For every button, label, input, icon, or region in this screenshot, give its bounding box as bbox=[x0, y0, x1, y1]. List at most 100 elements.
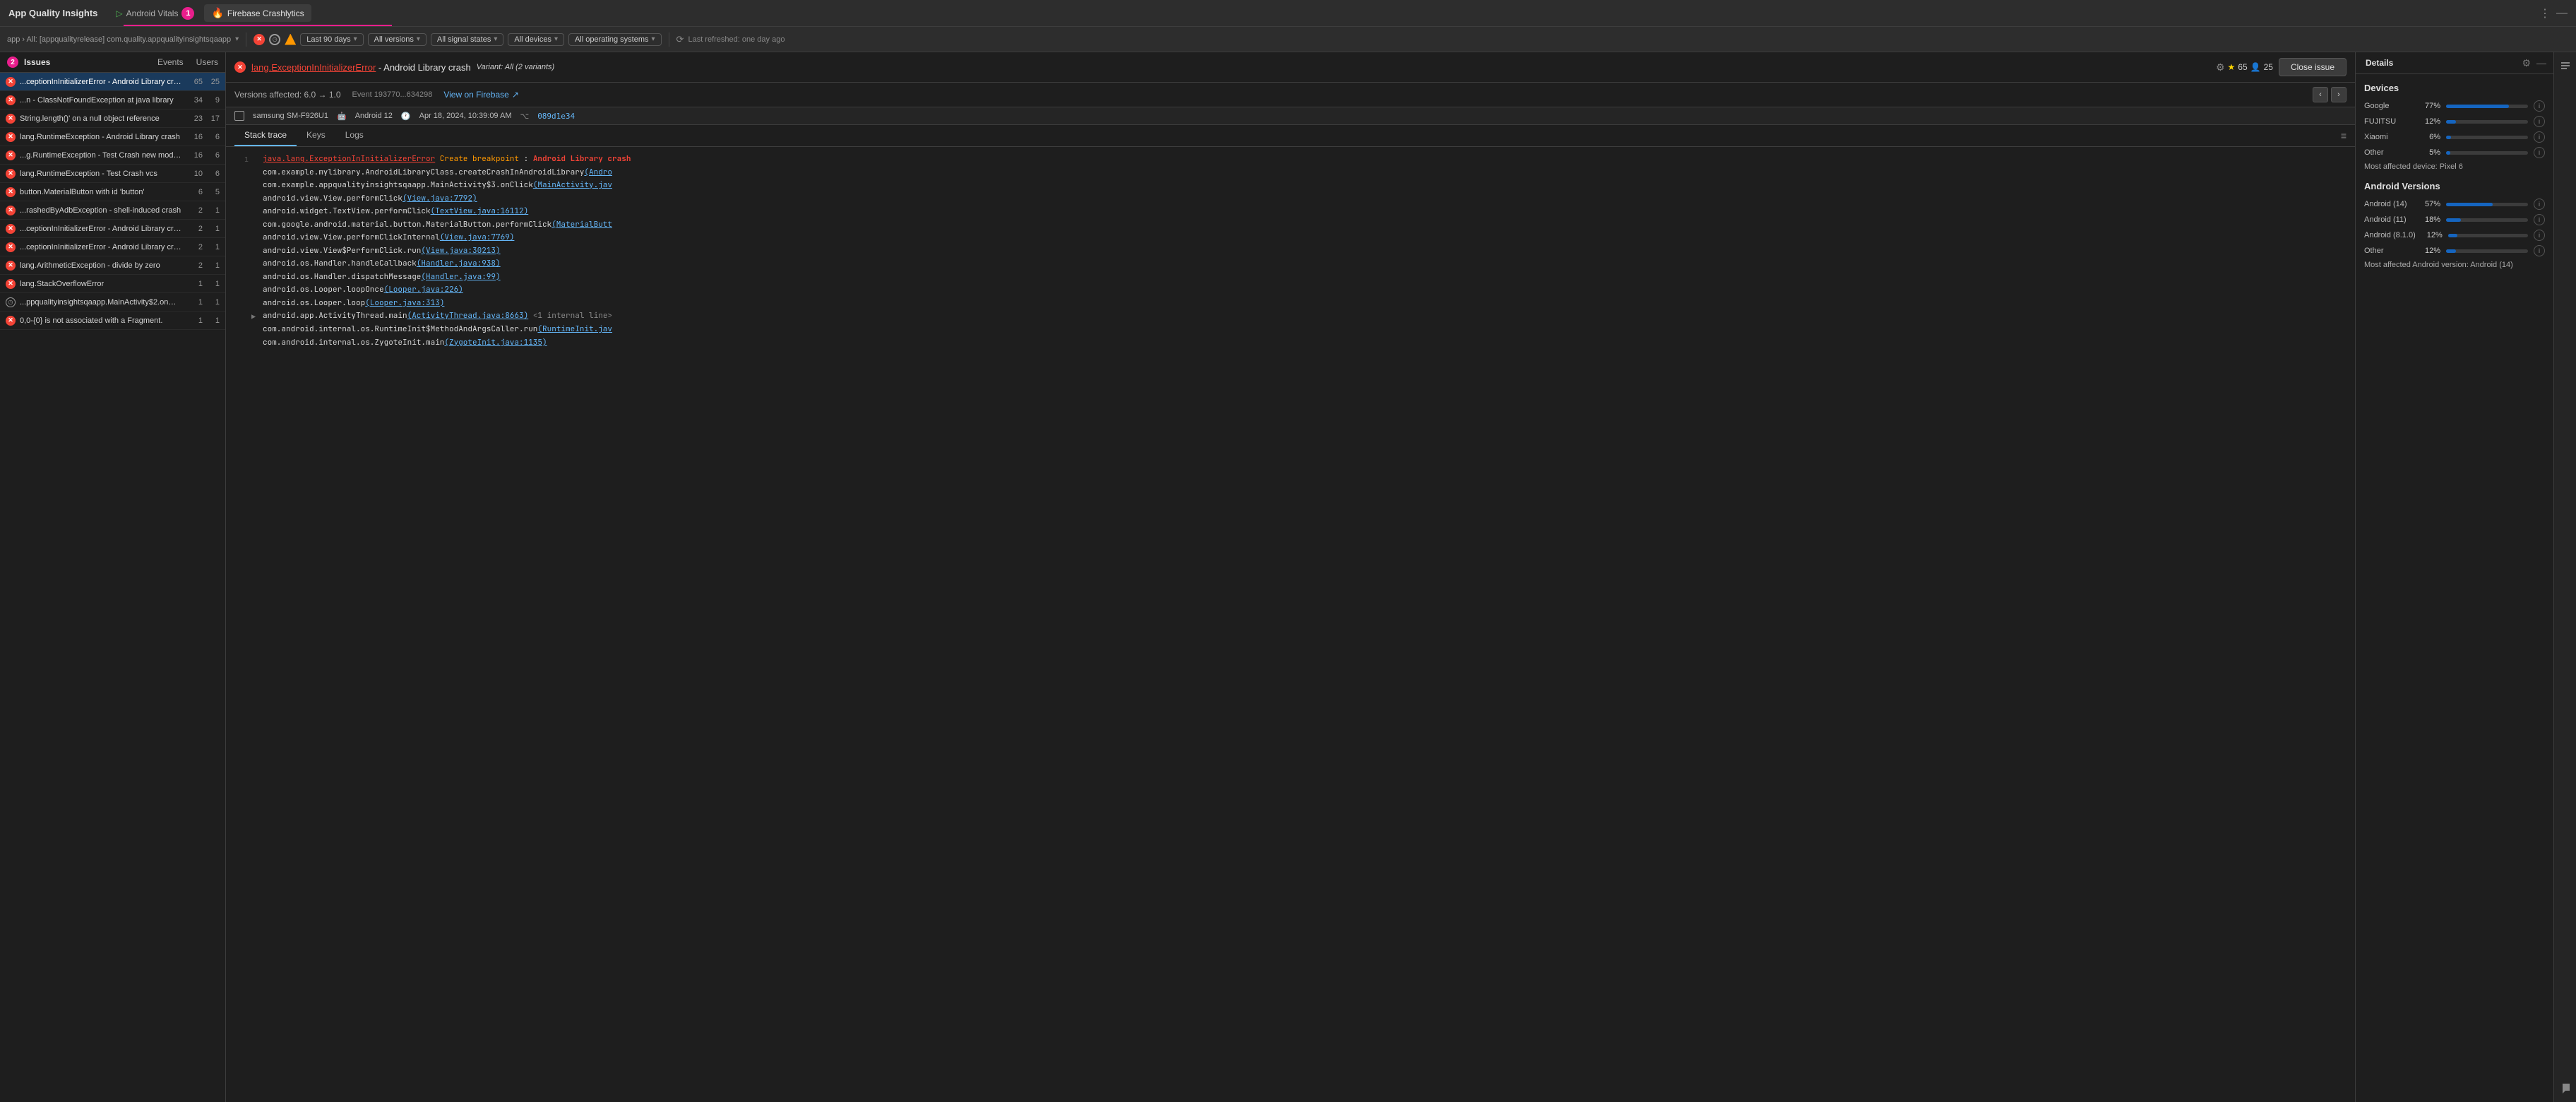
list-item[interactable]: ✕ button.MaterialButton with id 'button'… bbox=[0, 183, 225, 201]
commit-icon: ⌥ bbox=[520, 112, 530, 121]
list-item[interactable]: ✕ ...rashedByAdbException - shell-induce… bbox=[0, 201, 225, 220]
stat-pct: 12% bbox=[2421, 231, 2443, 239]
list-item[interactable]: ✕ ...ceptionInInitializerError - Android… bbox=[0, 73, 225, 91]
clock-filter-icon[interactable]: ◷ bbox=[269, 34, 280, 45]
events-column-header: Events bbox=[157, 57, 184, 67]
tab-logs[interactable]: Logs bbox=[335, 125, 374, 146]
prev-event-button[interactable]: ‹ bbox=[2313, 87, 2328, 102]
time-filter[interactable]: Last 90 days ▾ bbox=[300, 33, 363, 46]
tab-stack-trace[interactable]: Stack trace bbox=[234, 125, 297, 146]
detail-panel: ✕ lang.ExceptionInInitializerError - And… bbox=[226, 52, 2356, 1102]
event-count: 65 bbox=[186, 78, 203, 86]
stack-line: android.os.Handler.dispatchMessage(Handl… bbox=[226, 271, 2355, 284]
issue-text: ...ppqualityinsightsqaapp.MainActivity$2… bbox=[20, 298, 181, 307]
versions-filter[interactable]: All versions ▾ bbox=[368, 33, 427, 46]
list-item[interactable]: ✕ lang.RuntimeException - Android Librar… bbox=[0, 128, 225, 146]
list-item[interactable]: ◷ ...ppqualityinsightsqaapp.MainActivity… bbox=[0, 293, 225, 312]
stat-pct: 6% bbox=[2419, 133, 2440, 141]
tab-firebase-crashlytics[interactable]: 🔥 Firebase Crashlytics bbox=[204, 4, 311, 22]
issue-text: lang.StackOverflowError bbox=[20, 280, 181, 288]
info-icon[interactable]: i bbox=[2534, 131, 2545, 143]
stat-bar bbox=[2446, 120, 2456, 124]
event-count: 16 bbox=[186, 133, 203, 141]
menu-icon[interactable]: ⋮ bbox=[2539, 6, 2551, 20]
view-firebase-label: View on Firebase bbox=[443, 90, 509, 100]
stat-label: Android (14) bbox=[2364, 200, 2414, 208]
view-firebase-link[interactable]: View on Firebase ↗ bbox=[443, 90, 519, 100]
tab-keys[interactable]: Keys bbox=[297, 125, 335, 146]
os-filter[interactable]: All operating systems ▾ bbox=[568, 33, 662, 46]
settings-icon[interactable]: ⚙ bbox=[2216, 61, 2225, 73]
code-tabs: Stack trace Keys Logs ≡ bbox=[226, 125, 2355, 147]
info-icon[interactable]: i bbox=[2534, 100, 2545, 112]
info-icon[interactable]: i bbox=[2534, 199, 2545, 210]
error-icon: ✕ bbox=[6, 132, 16, 142]
stat-pct: 57% bbox=[2419, 200, 2440, 208]
tab-details[interactable]: Details bbox=[2363, 57, 2396, 69]
list-item[interactable]: ✕ 0,0-{0} is not associated with a Fragm… bbox=[0, 312, 225, 330]
user-count: 1 bbox=[207, 316, 220, 325]
error-filter-icon[interactable]: ✕ bbox=[254, 34, 265, 45]
info-icon[interactable]: i bbox=[2534, 214, 2545, 225]
error-icon: ✕ bbox=[6, 187, 16, 197]
tab-android-vitals[interactable]: ▷ Android Vitals 1 bbox=[109, 4, 201, 23]
stat-bar-bg bbox=[2448, 234, 2528, 237]
stat-bar-bg bbox=[2446, 136, 2528, 139]
stack-text: java.lang.ExceptionInInitializerError Cr… bbox=[263, 153, 2349, 165]
list-item[interactable]: ✕ String.length()' on a null object refe… bbox=[0, 109, 225, 128]
notes-side-icon[interactable] bbox=[2557, 1079, 2574, 1096]
info-icon[interactable]: i bbox=[2534, 116, 2545, 127]
list-item[interactable]: ✕ lang.RuntimeException - Test Crash vcs… bbox=[0, 165, 225, 183]
android-vitals-badge: 1 bbox=[181, 7, 194, 20]
refresh-icon[interactable]: ⟳ bbox=[676, 34, 684, 45]
list-item[interactable]: ✕ ...n - ClassNotFoundException at java … bbox=[0, 91, 225, 109]
stack-line: android.os.Looper.loopOnce(Looper.java:2… bbox=[226, 283, 2355, 297]
event-count: 16 bbox=[186, 151, 203, 160]
list-item[interactable]: ✕ lang.StackOverflowError 1 1 bbox=[0, 275, 225, 293]
signal-filter[interactable]: All signal states ▾ bbox=[431, 33, 503, 46]
issue-text: ...ceptionInInitializerError - Android L… bbox=[20, 243, 181, 251]
stack-line: android.widget.TextView.performClick(Tex… bbox=[226, 205, 2355, 218]
issue-error-icon: ✕ bbox=[234, 61, 246, 73]
next-event-button[interactable]: › bbox=[2331, 87, 2347, 102]
info-icon[interactable]: i bbox=[2534, 230, 2545, 241]
device-name: samsung SM-F926U1 bbox=[253, 112, 328, 120]
expand-arrow[interactable]: ▶ bbox=[251, 312, 260, 322]
warn-filter-icon[interactable] bbox=[285, 34, 296, 45]
event-count: 2 bbox=[186, 206, 203, 215]
list-item[interactable]: ✕ ...ceptionInInitializerError - Android… bbox=[0, 220, 225, 238]
stack-text: com.example.mylibrary.AndroidLibraryClas… bbox=[263, 167, 2349, 179]
stack-text: com.android.internal.os.RuntimeInit$Meth… bbox=[263, 324, 2349, 336]
event-count: 6 bbox=[186, 188, 203, 196]
info-icon[interactable]: i bbox=[2534, 245, 2545, 256]
stack-line: com.example.mylibrary.AndroidLibraryClas… bbox=[226, 166, 2355, 179]
versions-affected: Versions affected: 6.0 → 1.0 bbox=[234, 90, 341, 100]
user-count: 1 bbox=[207, 280, 220, 288]
issue-text: ...n - ClassNotFoundException at java li… bbox=[20, 96, 181, 105]
close-issue-button[interactable]: Close issue bbox=[2279, 58, 2347, 76]
devices-section-title: Devices bbox=[2364, 83, 2545, 93]
top-bar-actions: ⋮ — bbox=[2539, 6, 2568, 20]
right-panel: Details ⚙ — Devices Google 77% i FUJITSU… bbox=[2356, 52, 2553, 1102]
settings-panel-icon[interactable]: ⚙ bbox=[2522, 57, 2531, 69]
list-item[interactable]: ✕ lang.ArithmeticException - divide by z… bbox=[0, 256, 225, 275]
stat-bar bbox=[2446, 105, 2509, 108]
list-item[interactable]: ✕ ...g.RuntimeException - Test Crash new… bbox=[0, 146, 225, 165]
stack-line: android.os.Handler.handleCallback(Handle… bbox=[226, 257, 2355, 271]
star-icon: ★ bbox=[2228, 62, 2236, 72]
nav-arrows: ‹ › bbox=[2313, 87, 2347, 102]
stack-text: android.os.Handler.handleCallback(Handle… bbox=[263, 258, 2349, 270]
stack-line: android.os.Looper.loop(Looper.java:313) bbox=[226, 297, 2355, 310]
minimize-icon[interactable]: — bbox=[2556, 7, 2568, 20]
minimize-panel-icon[interactable]: — bbox=[2536, 57, 2546, 69]
stat-bar bbox=[2446, 151, 2450, 155]
details-side-icon[interactable] bbox=[2557, 58, 2574, 75]
stat-bar-bg bbox=[2446, 105, 2528, 108]
error-icon: ✕ bbox=[6, 261, 16, 271]
info-icon[interactable]: i bbox=[2534, 147, 2545, 158]
devices-filter[interactable]: All devices ▾ bbox=[508, 33, 564, 46]
list-item[interactable]: ✕ ...ceptionInInitializerError - Android… bbox=[0, 238, 225, 256]
tab-options-icon[interactable]: ≡ bbox=[2341, 130, 2347, 141]
error-icon: ✕ bbox=[6, 279, 16, 289]
versions-bar: Versions affected: 6.0 → 1.0 Event 19377… bbox=[226, 83, 2355, 107]
